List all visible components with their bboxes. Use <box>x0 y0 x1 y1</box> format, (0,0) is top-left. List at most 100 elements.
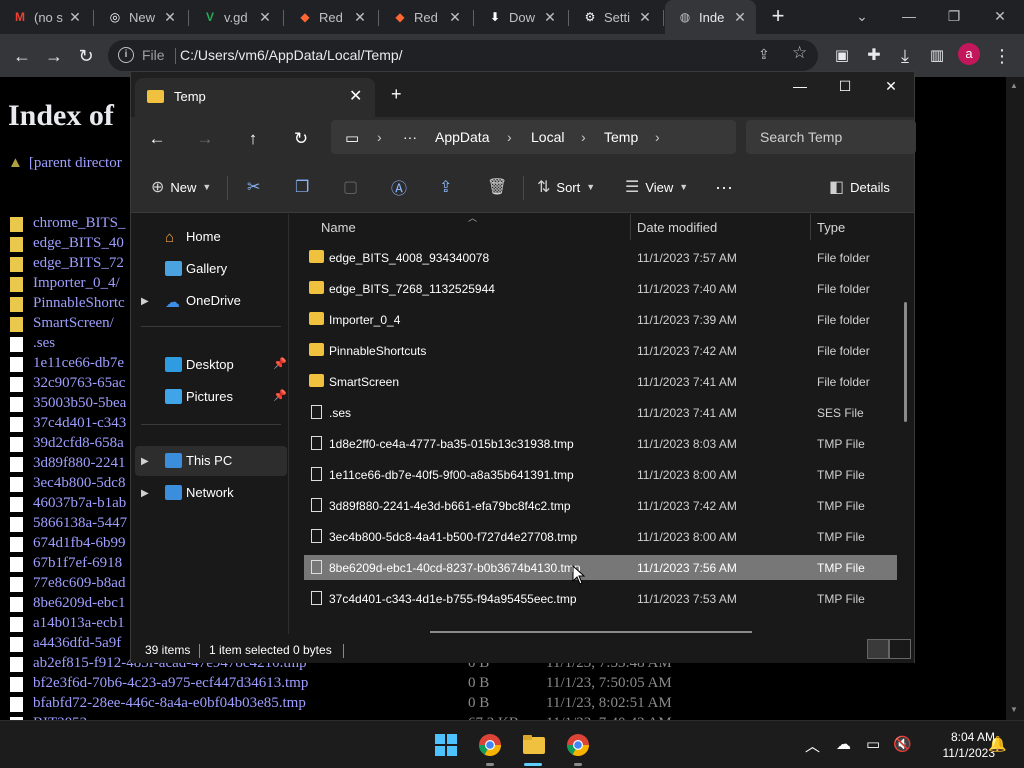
entry-link[interactable]: 1e11ce66-db7e <box>33 355 124 372</box>
explorer-minimize-button[interactable]: — <box>785 78 815 98</box>
minimize-button[interactable]: — <box>897 6 921 26</box>
parent-directory-label[interactable]: [parent director <box>29 155 122 171</box>
close-tab-icon[interactable]: ✕ <box>162 9 178 25</box>
site-info-icon[interactable]: i <box>118 47 134 63</box>
view-button[interactable]: ☰ View ▼ <box>625 176 688 198</box>
explorer-back-icon[interactable]: ← <box>145 127 169 151</box>
entry-link[interactable]: 35003b50-5bea <box>33 395 126 412</box>
page-scrollbar[interactable]: ▲ ▼ <box>1006 77 1024 720</box>
taskbar-chrome-profile-b[interactable] <box>562 729 594 761</box>
nav-item-gallery[interactable]: Gallery <box>135 254 287 284</box>
close-browser-button[interactable]: ✕ <box>988 6 1012 26</box>
extension-icon[interactable]: ▣ <box>830 44 854 68</box>
file-row[interactable]: 8be6209d-ebc1-40cd-8237-b0b3674b4130.tmp… <box>304 555 897 580</box>
back-icon[interactable]: ← <box>10 44 34 68</box>
browser-tab[interactable]: Vv.gd ✕ <box>190 0 281 34</box>
breadcrumb-appdata[interactable]: AppData <box>435 129 489 145</box>
column-separator[interactable] <box>810 214 811 240</box>
entry-link[interactable]: 37c4d401-c343 <box>33 415 126 432</box>
share-button[interactable]: ⇪ <box>439 176 452 198</box>
entry-link[interactable]: Importer_0_4/ <box>33 275 120 292</box>
notification-bell-icon[interactable]: 🔔 <box>988 735 1007 753</box>
file-list-horizontal-scrollbar[interactable] <box>430 631 752 633</box>
entry-link[interactable]: PinnableShortc <box>33 295 125 312</box>
onedrive-tray-icon[interactable]: ☁ <box>836 735 851 753</box>
pin-icon[interactable]: 📌 <box>273 389 287 402</box>
file-row[interactable]: 1e11ce66-db7e-40f5-9f00-a8a35b641391.tmp… <box>304 462 897 487</box>
cut-button[interactable]: ✂ <box>247 176 260 198</box>
details-view-toggle[interactable] <box>867 639 889 659</box>
more-options-button[interactable]: ··· <box>715 176 733 198</box>
entry-link[interactable]: chrome_BITS_ <box>33 215 125 232</box>
close-tab-icon[interactable]: ✕ <box>352 9 368 25</box>
close-tab-icon[interactable]: ✕ <box>447 9 463 25</box>
entry-link[interactable]: 32c90763-65ac <box>33 375 125 392</box>
file-row[interactable]: edge_BITS_4008_934340078 11/1/2023 7:57 A… <box>304 245 897 270</box>
entry-link[interactable]: bf2e3f6d-70b6-4c23-a975-ecf447d34613.tmp <box>33 675 308 692</box>
close-tab-icon[interactable]: ✕ <box>349 86 362 106</box>
share-icon[interactable]: ⇪ <box>758 46 770 63</box>
breadcrumb-chevron-icon[interactable]: › <box>581 129 586 145</box>
display-tray-icon[interactable]: ▭ <box>866 735 880 753</box>
nav-item-network[interactable]: ▶ Network <box>135 478 287 508</box>
sort-button[interactable]: ⇅ Sort ▼ <box>537 176 595 198</box>
explorer-address-bar[interactable]: ▭ › ··· AppData › Local › Temp › <box>331 120 736 154</box>
entry-link[interactable]: a4436dfd-5a9f <box>33 635 121 652</box>
scroll-down-icon[interactable]: ▼ <box>1010 705 1018 714</box>
delete-button[interactable]: 🗑 <box>487 176 507 198</box>
column-header-type[interactable]: Type <box>817 220 845 235</box>
chevron-right-icon[interactable]: ▶ <box>141 296 149 307</box>
column-separator[interactable] <box>630 214 631 240</box>
tab-search-icon[interactable]: ⌄ <box>850 6 874 26</box>
volume-muted-icon[interactable]: 🔇 <box>893 735 912 753</box>
entry-link[interactable]: edge_BITS_72 <box>33 255 124 272</box>
profile-avatar[interactable]: a <box>958 43 980 65</box>
close-tab-icon[interactable]: ✕ <box>257 9 273 25</box>
downloads-icon[interactable]: ⤓ <box>893 44 917 68</box>
entry-link[interactable]: 67b1f7ef-6918 <box>33 555 122 572</box>
entry-link[interactable]: 3ec4b800-5dc8 <box>33 475 125 492</box>
browser-tab[interactable]: ◆ Red ✕ <box>285 0 376 34</box>
entry-link[interactable]: SmartScreen/ <box>33 315 114 332</box>
breadcrumb-chevron-icon[interactable]: › <box>655 129 660 145</box>
browser-tab[interactable]: ⬇ Dow ✕ <box>475 0 566 34</box>
entry-link[interactable]: .ses <box>33 335 55 352</box>
tiles-view-toggle[interactable] <box>889 639 911 659</box>
close-tab-icon[interactable]: ✕ <box>732 9 748 25</box>
browser-tab[interactable]: M (no s ✕ <box>0 0 91 34</box>
explorer-search-box[interactable]: Search Temp <box>746 120 916 154</box>
start-button[interactable] <box>430 729 462 761</box>
browser-tab[interactable]: ◍ Inde ✕ <box>665 0 756 34</box>
pin-icon[interactable]: 📌 <box>273 357 287 370</box>
entry-link[interactable]: 674d1fb4-6b99 <box>33 535 126 552</box>
parent-directory-link[interactable]: ▲ [parent director <box>8 155 122 172</box>
copy-button[interactable]: ❐ <box>295 176 309 198</box>
taskbar-chrome-profile-a[interactable] <box>474 729 506 761</box>
nav-item-pictures[interactable]: Pictures 📌 <box>135 382 287 412</box>
menu-kebab-icon[interactable]: ⋮ <box>990 44 1014 68</box>
address-bar[interactable]: i File C:/Users/vm6/AppData/Local/Temp/ … <box>108 40 818 71</box>
details-pane-button[interactable]: ◧ Details <box>829 176 890 198</box>
new-tab-button[interactable]: + <box>766 5 790 29</box>
new-button[interactable]: ⊕ New ▼ <box>151 176 211 198</box>
scroll-up-icon[interactable]: ▲ <box>1010 81 1018 90</box>
explorer-refresh-icon[interactable]: ↻ <box>289 127 313 151</box>
file-row[interactable]: SmartScreen 11/1/2023 7:41 AM File folder <box>304 369 897 394</box>
entry-link[interactable]: 8be6209d-ebc1 <box>33 595 125 612</box>
file-row[interactable]: PinnableShortcuts 11/1/2023 7:42 AM File f… <box>304 338 897 363</box>
restore-button[interactable]: ❐ <box>942 6 966 26</box>
reload-icon[interactable]: ↻ <box>74 44 98 68</box>
browser-tab[interactable]: ◆ Red ✕ <box>380 0 471 34</box>
explorer-maximize-button[interactable]: ☐ <box>830 78 860 98</box>
forward-icon[interactable]: → <box>42 44 66 68</box>
browser-tab[interactable]: ⚙ Setti ✕ <box>570 0 661 34</box>
breadcrumb-chevron-icon[interactable]: › <box>377 129 382 145</box>
nav-item-desktop[interactable]: Desktop 📌 <box>135 350 287 380</box>
column-header-name[interactable]: Name <box>321 220 356 235</box>
close-tab-icon[interactable]: ✕ <box>637 9 653 25</box>
entry-link[interactable]: 77e8c609-b8ad <box>33 575 125 592</box>
entry-link[interactable]: 39d2cfd8-658a <box>33 435 124 452</box>
chevron-right-icon[interactable]: ▶ <box>141 488 149 499</box>
file-list-vertical-scrollbar[interactable] <box>904 302 907 422</box>
breadcrumb-overflow-icon[interactable]: ··· <box>403 129 417 145</box>
